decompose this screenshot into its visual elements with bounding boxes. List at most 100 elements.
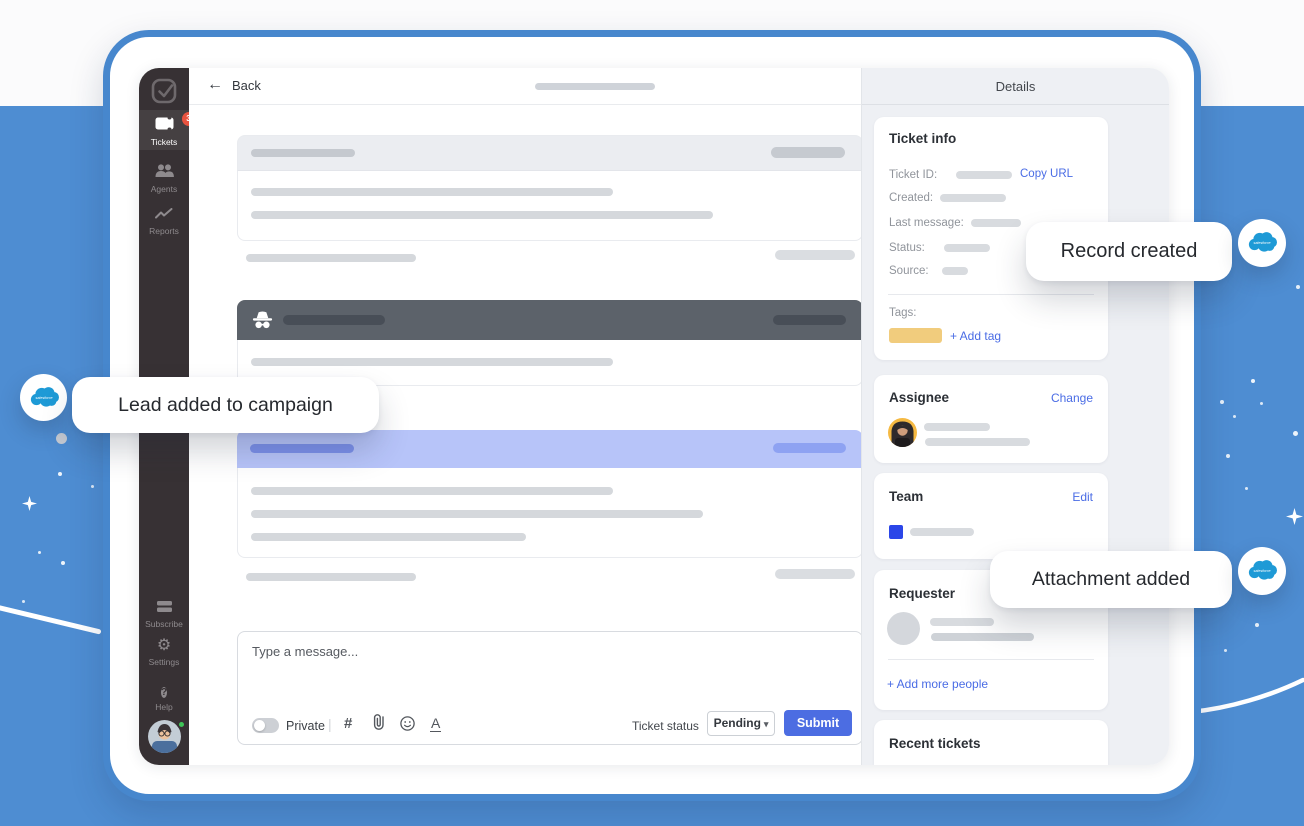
tooltip-attachment-added: Attachment added [990, 551, 1232, 608]
skeleton-bar [940, 194, 1006, 202]
sidebar-item-agents[interactable]: Agents [139, 158, 189, 196]
sidebar-item-label: Help [139, 702, 189, 712]
skeleton-bar [931, 633, 1034, 641]
online-status-dot [177, 720, 186, 729]
private-toggle[interactable] [252, 718, 279, 733]
ticket-status-label: Ticket status [632, 719, 699, 733]
emoji-icon[interactable] [400, 716, 415, 731]
reports-icon [155, 208, 173, 219]
highlighted-message-card [237, 430, 863, 558]
skeleton-bar [925, 438, 1030, 446]
skeleton-bar [930, 618, 994, 626]
decor-dot [1233, 415, 1236, 418]
sidebar-item-label: Reports [139, 226, 189, 236]
tooltip-lead-added: Lead added to campaign [72, 377, 379, 433]
decor-dot [1255, 623, 1259, 627]
decor-dot [1224, 649, 1227, 652]
highlighted-body [237, 468, 863, 558]
assignee-avatar [888, 418, 917, 447]
change-assignee-link[interactable]: Change [1051, 391, 1093, 405]
chevron-down-icon: ▾ [764, 719, 769, 729]
sidebar-item-settings[interactable]: ⚙ Settings [139, 634, 189, 672]
message-body [237, 171, 863, 241]
conversation-area: Private | # A Ticket status Pending▾ Sub… [189, 105, 911, 765]
decor-dot [1260, 402, 1263, 405]
skeleton-bar [283, 315, 385, 325]
details-title: Details [862, 68, 1169, 105]
salesforce-badge: salesforce [1238, 547, 1286, 595]
attachment-icon[interactable] [372, 713, 385, 731]
card-title: Assignee [889, 390, 949, 405]
team-card: Team Edit [874, 473, 1108, 559]
skeleton-bar [251, 358, 613, 366]
skeleton-pill [771, 147, 845, 158]
skeleton-bar [251, 188, 613, 196]
skeleton-pill [773, 443, 846, 453]
card-title: Team [889, 489, 923, 504]
app-logo[interactable] [139, 72, 189, 110]
text-color-icon[interactable]: A [430, 715, 441, 732]
message-header [237, 135, 863, 171]
row-label: Created: [889, 192, 933, 204]
sidebar-item-label: Tickets [139, 137, 189, 147]
add-more-people-link[interactable]: + Add more people [887, 677, 988, 691]
decor-dot [1245, 487, 1248, 490]
checkmark-logo-icon [149, 76, 179, 106]
user-avatar[interactable] [139, 720, 189, 760]
card-title: Ticket info [889, 131, 956, 146]
toggle-knob [254, 720, 265, 731]
card-title: Recent tickets [889, 736, 981, 751]
subscribe-icon [157, 601, 172, 612]
salesforce-icon: salesforce [1244, 553, 1280, 589]
skeleton-bar [246, 573, 416, 581]
sidebar-item-help[interactable]: ? Help [139, 676, 189, 714]
sidebar-item-reports[interactable]: Reports [139, 198, 189, 236]
skeleton-bar [956, 171, 1012, 179]
back-button[interactable]: ← Back [207, 77, 261, 93]
skeleton-bar [251, 487, 613, 495]
agents-icon [155, 164, 174, 177]
incognito-icon [250, 310, 275, 330]
decor-line [0, 604, 102, 635]
add-tag-link[interactable]: + Add tag [950, 329, 1001, 343]
gear-icon: ⚙ [157, 637, 171, 654]
decor-dot [91, 485, 94, 488]
row-label: Ticket ID: [889, 169, 937, 181]
message-card [237, 135, 863, 241]
salesforce-wordmark: salesforce [35, 396, 52, 400]
tag-chip[interactable] [889, 328, 942, 343]
private-label: Private [286, 719, 325, 733]
decor-dot [1293, 431, 1298, 436]
back-arrow-icon: ← [207, 77, 223, 93]
row-label: Source: [889, 265, 929, 277]
decor-dot [61, 561, 65, 565]
divider: | [328, 716, 332, 732]
skeleton-bar [251, 533, 526, 541]
status-dropdown[interactable]: Pending▾ [707, 711, 775, 736]
decor-dot [1220, 400, 1224, 404]
topbar: ← Back [189, 68, 911, 105]
decor-sparkle [22, 496, 37, 511]
sidebar-item-subscribe[interactable]: Subscribe [139, 592, 189, 630]
edit-team-link[interactable]: Edit [1072, 490, 1093, 504]
highlighted-header [237, 430, 863, 468]
salesforce-wordmark: salesforce [1253, 569, 1270, 573]
skeleton-pill [775, 569, 855, 579]
decor-dot [56, 433, 67, 444]
message-input[interactable] [252, 644, 652, 684]
divider [888, 659, 1094, 660]
sidebar-item-tickets[interactable]: 3 Tickets [139, 110, 189, 150]
help-icon: ? [161, 687, 167, 698]
decor-dot [1251, 379, 1255, 383]
copy-url-link[interactable]: Copy URL [1020, 168, 1073, 180]
avatar-photo [148, 720, 181, 753]
skeleton-bar [246, 254, 416, 262]
private-note-header [237, 300, 863, 340]
decor-sparkle [1286, 508, 1303, 525]
hashtag-icon[interactable]: # [344, 715, 352, 732]
skeleton-bar [251, 510, 703, 518]
salesforce-badge: salesforce [20, 374, 67, 421]
submit-button[interactable]: Submit [784, 710, 852, 736]
details-panel: Details Ticket info Ticket ID: Copy URL … [861, 68, 1169, 765]
sidebar-item-label: Agents [139, 184, 189, 194]
